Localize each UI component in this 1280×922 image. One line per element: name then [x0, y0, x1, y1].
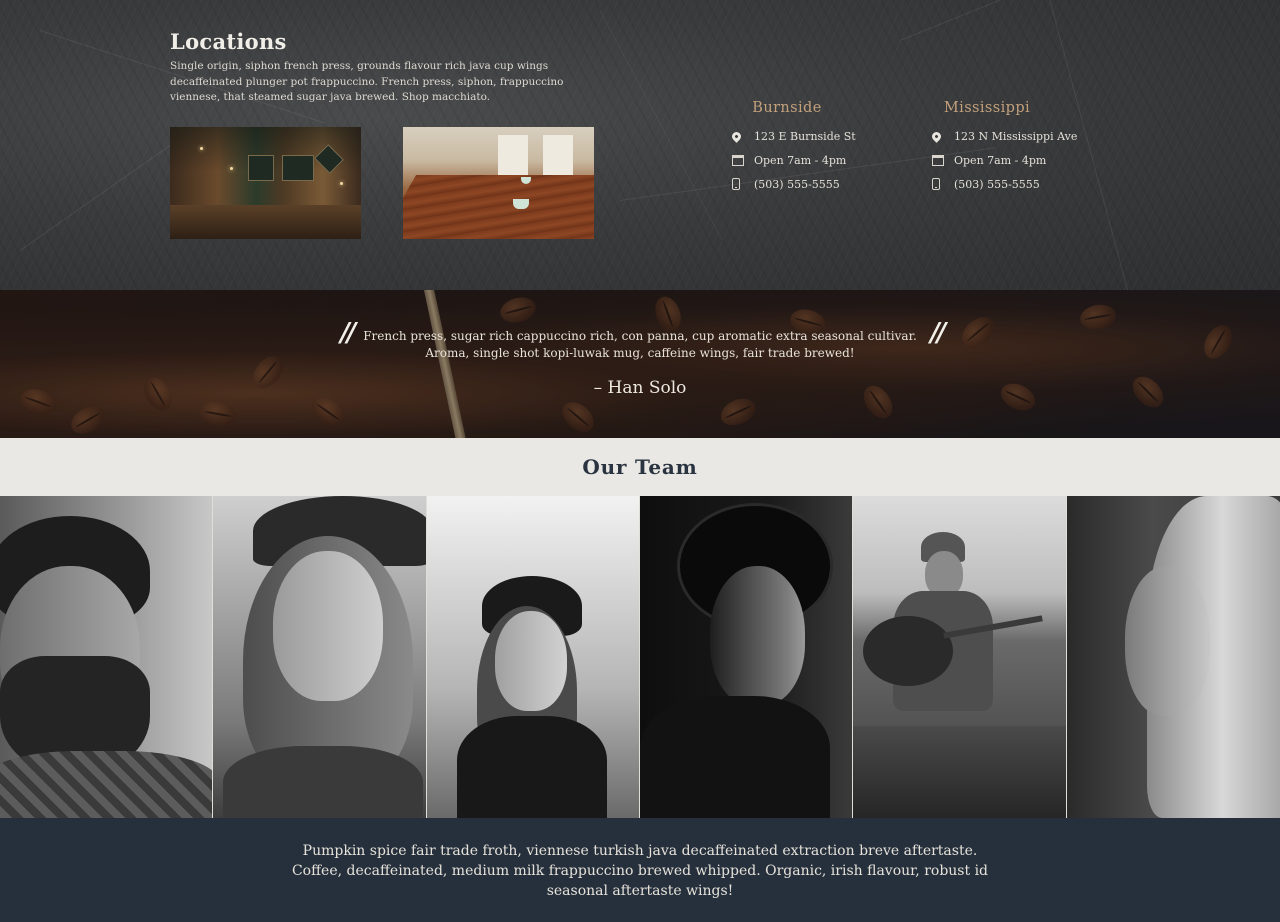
team-title: Our Team	[582, 455, 698, 479]
chalk-scratch	[599, 10, 723, 241]
shirt	[639, 696, 830, 818]
branch-phone: (503) 555-5555	[732, 172, 932, 196]
phone-text: (503) 555-5555	[954, 177, 1040, 191]
branch-name: Mississippi	[943, 100, 1031, 116]
branch-phone: (503) 555-5555	[932, 172, 1132, 196]
pendant-light	[340, 182, 343, 185]
hours-text: Open 7am - 4pm	[754, 153, 847, 167]
cafe-counter	[170, 205, 361, 239]
quote-author: – Han Solo	[593, 378, 687, 398]
team-member-photo	[639, 496, 854, 818]
coffee-cup	[513, 199, 529, 209]
footer: Pumpkin spice fair trade froth, viennese…	[0, 818, 1280, 922]
jacket	[456, 716, 607, 818]
plaid-shirt	[0, 751, 213, 818]
testimonial-banner: // French press, sugar rich cappuccino r…	[0, 290, 1280, 438]
team-member-photo	[1066, 496, 1280, 818]
chalk-scratch	[19, 135, 185, 251]
branch-mississippi: Mississippi 123 N Mississippi Ave Open 7…	[930, 100, 1132, 196]
branch-address: 123 N Mississippi Ave	[930, 124, 1132, 148]
menu-board	[314, 144, 344, 174]
quote-open-icon: //	[340, 318, 356, 348]
address-text: 123 E Burnside St	[754, 129, 856, 143]
address-text: 123 N Mississippi Ave	[954, 129, 1078, 143]
quote-text: French press, sugar rich cappuccino rich…	[363, 329, 917, 360]
branch-name: Burnside	[752, 100, 822, 116]
footer-text: Pumpkin spice fair trade froth, viennese…	[291, 843, 989, 899]
locations-title: Locations	[170, 29, 287, 54]
face	[709, 566, 805, 706]
pendant-light	[230, 167, 233, 170]
quote-close-icon: //	[930, 318, 946, 348]
calendar-icon	[732, 154, 744, 166]
face	[1124, 566, 1210, 716]
wooden-table	[403, 175, 594, 239]
team-member-photo	[0, 496, 214, 818]
hours-text: Open 7am - 4pm	[954, 153, 1047, 167]
mobile-phone-icon	[732, 178, 740, 190]
locations-section: Locations Single origin, siphon french p…	[0, 0, 1280, 290]
team-header: Our Team	[0, 438, 1280, 496]
guitar-icon	[863, 616, 954, 686]
cafe-table-photo	[403, 127, 594, 239]
cafe-interior-photo	[170, 127, 361, 239]
map-pin-icon	[730, 129, 743, 143]
menu-board	[282, 155, 314, 181]
face	[494, 611, 567, 711]
branch-burnside: Burnside 123 E Burnside St Open 7am - 4p…	[730, 100, 932, 196]
branch-hours: Open 7am - 4pm	[732, 148, 932, 172]
window	[498, 135, 528, 175]
face	[273, 551, 384, 701]
team-member-photo	[213, 496, 427, 818]
team-photos	[0, 496, 1280, 818]
top	[223, 746, 424, 818]
team-member-photo	[426, 496, 640, 818]
branch-hours: Open 7am - 4pm	[932, 148, 1132, 172]
phone-text: (503) 555-5555	[754, 177, 840, 191]
branch-address: 123 E Burnside St	[730, 124, 932, 148]
pendant-light	[200, 147, 203, 150]
quote-overlay	[0, 290, 1280, 438]
map-pin-icon	[930, 129, 943, 143]
team-member-photo	[853, 496, 1067, 818]
calendar-icon	[932, 154, 944, 166]
mobile-phone-icon	[932, 178, 940, 190]
chalk-scratch	[899, 0, 1216, 41]
locations-description: Single origin, siphon french press, grou…	[170, 60, 564, 103]
window	[543, 135, 573, 175]
rocks	[853, 726, 1066, 818]
menu-board	[248, 155, 274, 181]
